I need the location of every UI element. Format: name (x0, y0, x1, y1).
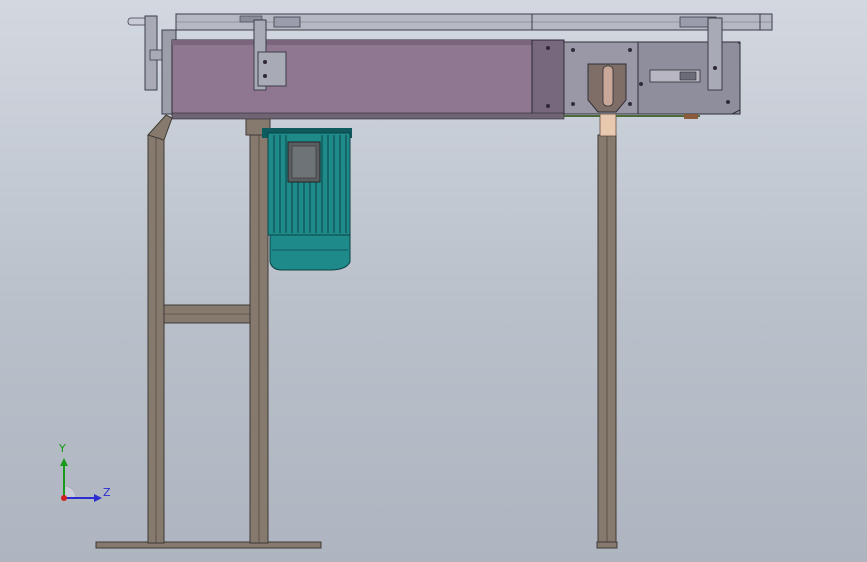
adjust-handle (127, 15, 177, 115)
z-axis-label: Z (103, 486, 111, 499)
cad-viewport[interactable]: Y Z (0, 0, 867, 562)
rail-bracket-right (707, 17, 723, 91)
y-axis-label: Y (59, 442, 66, 455)
conveyor-assembly-drawing (95, 13, 773, 549)
base-beam (95, 541, 322, 549)
right-leg-foot (596, 541, 618, 549)
left-leg-diagonal (147, 114, 173, 141)
drive-motor (262, 128, 352, 271)
triad-origin (61, 495, 67, 501)
conveyor-body (171, 39, 565, 120)
